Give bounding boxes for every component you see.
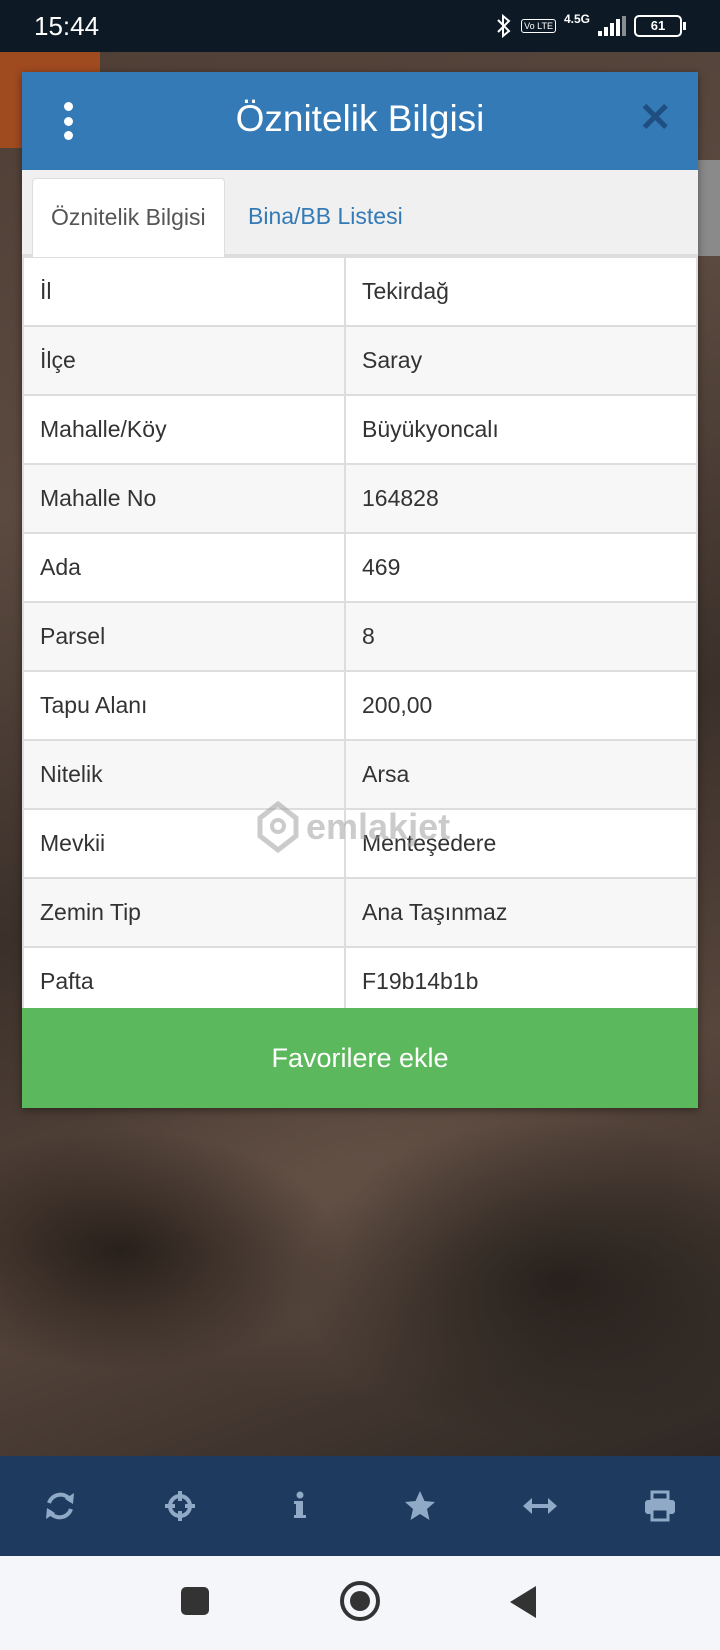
back-icon[interactable] xyxy=(508,1584,538,1625)
dialog-title: Öznitelik Bilgisi xyxy=(235,98,485,139)
table-row: Mevkii Menteşedere xyxy=(22,808,698,879)
row-key: Tapu Alanı xyxy=(22,670,346,741)
row-key: Parsel xyxy=(22,601,346,672)
recents-icon[interactable] xyxy=(180,1586,210,1621)
table-row: İl Tekirdağ xyxy=(22,256,698,327)
measure-icon[interactable] xyxy=(510,1476,570,1536)
row-key: İlçe xyxy=(22,325,346,396)
status-bar: 15:44 Vo LTE 4.5G 61 xyxy=(0,0,720,52)
row-key: Mevkii xyxy=(22,808,346,879)
row-value: Tekirdağ xyxy=(344,256,698,327)
row-key: Nitelik xyxy=(22,739,346,810)
row-key: İl xyxy=(22,256,346,327)
volte-badge: Vo LTE xyxy=(521,19,556,33)
map-side-panel xyxy=(698,160,720,256)
row-key: Mahalle No xyxy=(22,463,346,534)
table-row: Nitelik Arsa xyxy=(22,739,698,810)
system-nav-bar xyxy=(0,1556,720,1650)
row-key: Pafta xyxy=(22,946,346,1017)
table-row: Zemin Tip Ana Taşınmaz xyxy=(22,877,698,948)
table-row: Parsel 8 xyxy=(22,601,698,672)
table-row: Tapu Alanı 200,00 xyxy=(22,670,698,741)
dialog-header: Öznitelik Bilgisi ✕ xyxy=(22,72,698,170)
row-value: 164828 xyxy=(344,463,698,534)
tab-attribute-info[interactable]: Öznitelik Bilgisi xyxy=(32,178,225,257)
signal-icon xyxy=(598,16,626,36)
bluetooth-icon xyxy=(497,14,511,38)
star-icon[interactable] xyxy=(390,1476,450,1536)
info-icon[interactable] xyxy=(270,1476,330,1536)
table-row: Mahalle No 164828 xyxy=(22,463,698,534)
crosshair-icon[interactable] xyxy=(150,1476,210,1536)
network-type: 4.5G xyxy=(563,12,590,26)
row-value: Büyükyoncalı xyxy=(344,394,698,465)
status-time: 15:44 xyxy=(34,11,100,41)
row-value: Ana Taşınmaz xyxy=(344,877,698,948)
row-key: Mahalle/Köy xyxy=(22,394,346,465)
table-row: İlçe Saray xyxy=(22,325,698,396)
home-icon[interactable] xyxy=(339,1580,381,1627)
refresh-icon[interactable] xyxy=(30,1476,90,1536)
battery-icon: 61 xyxy=(634,15,686,37)
row-value: Menteşedere xyxy=(344,808,698,879)
row-value: 8 xyxy=(344,601,698,672)
tab-bar: Öznitelik Bilgisi Bina/BB Listesi xyxy=(22,170,698,257)
row-value: Saray xyxy=(344,325,698,396)
table-row: Mahalle/Köy Büyükyoncalı xyxy=(22,394,698,465)
tab-building-list[interactable]: Bina/BB Listesi xyxy=(230,178,421,254)
row-key: Zemin Tip xyxy=(22,877,346,948)
attribute-dialog: Öznitelik Bilgisi ✕ Öznitelik Bilgisi Bi… xyxy=(22,72,698,1108)
print-icon[interactable] xyxy=(630,1476,690,1536)
row-value: 200,00 xyxy=(344,670,698,741)
status-icons: Vo LTE 4.5G 61 xyxy=(495,12,686,40)
add-favorite-button[interactable]: Favorilere ekle xyxy=(22,1008,698,1108)
table-row: Ada 469 xyxy=(22,532,698,603)
row-value: Arsa xyxy=(344,739,698,810)
close-icon[interactable]: ✕ xyxy=(638,98,672,138)
row-key: Ada xyxy=(22,532,346,603)
row-value: F19b14b1b xyxy=(344,946,698,1017)
map-toolbar xyxy=(0,1456,720,1556)
attribute-table: İl Tekirdağ İlçe Saray Mahalle/Köy Büyük… xyxy=(22,256,698,1017)
battery-level: 61 xyxy=(650,18,666,33)
row-value: 469 xyxy=(344,532,698,603)
table-row: Pafta F19b14b1b xyxy=(22,946,698,1017)
